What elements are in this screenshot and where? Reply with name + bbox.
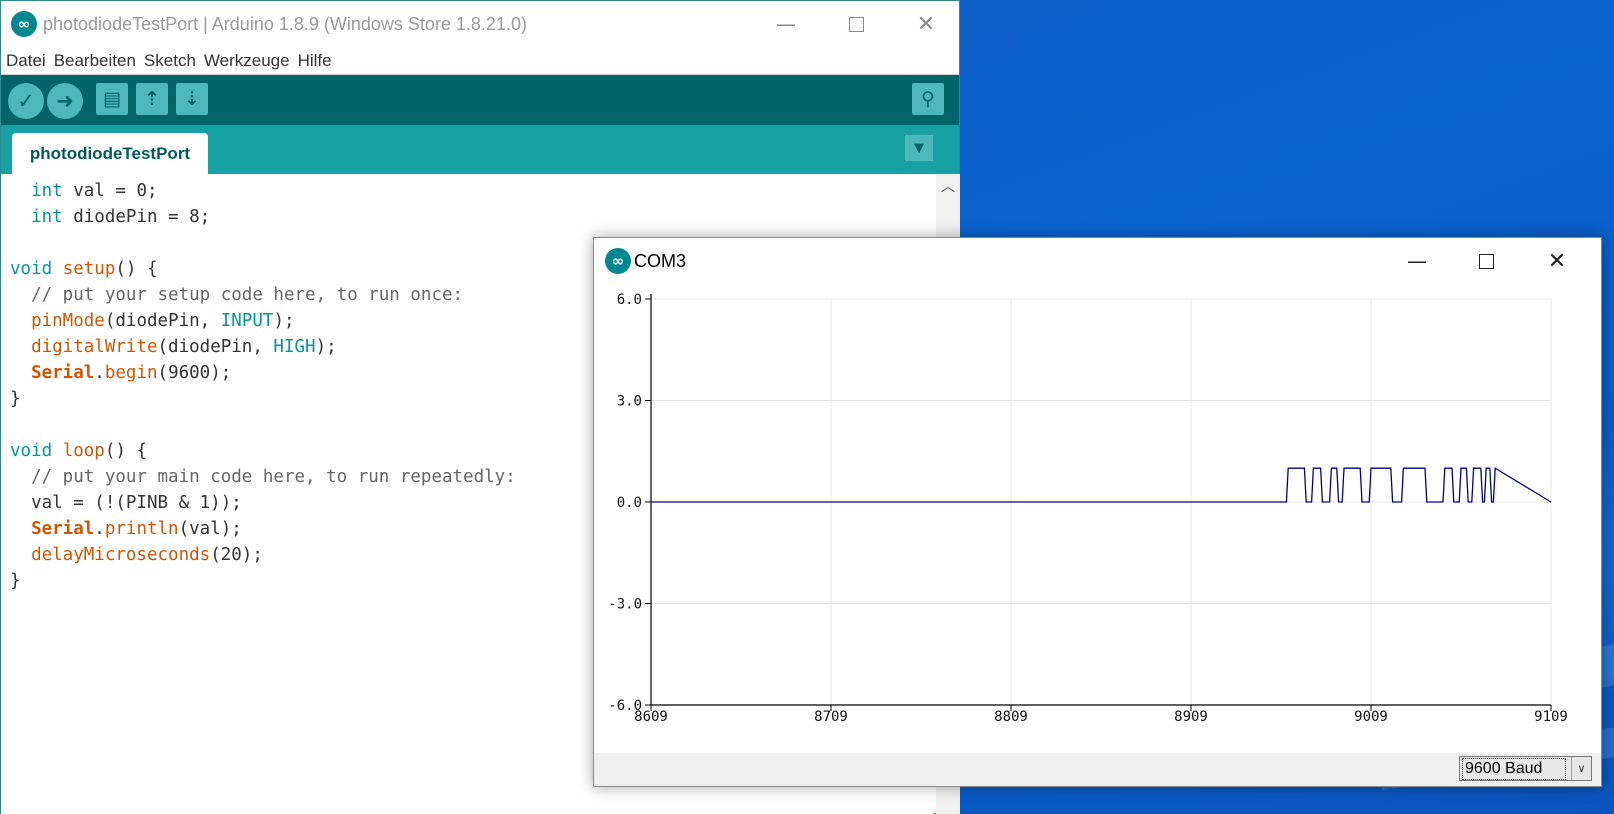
ide-title-bar[interactable]: ∞ photodiodeTestPort | Arduino 1.8.9 (Wi…: [1, 1, 959, 47]
maximize-button[interactable]: [826, 1, 886, 47]
menu-sketch[interactable]: Sketch: [144, 51, 196, 71]
plotter-minimize-button[interactable]: —: [1387, 238, 1447, 284]
triangle-down-icon: ▼: [914, 140, 924, 156]
plotter-maximize-button[interactable]: [1456, 238, 1516, 284]
code-line: // put your setup code here, to run once…: [31, 285, 464, 305]
y-tick-label: -3.0: [608, 597, 642, 613]
x-tick-label: 8809: [994, 709, 1028, 725]
x-tick-label: 8609: [634, 709, 668, 725]
verify-button[interactable]: ✓: [8, 83, 44, 119]
toolbar: ✓ ➜ ▤ ⇡ ⇣ ⚲: [1, 75, 959, 125]
x-tick-label: 8909: [1174, 709, 1208, 725]
code-line: void setup() {: [10, 259, 158, 279]
x-tick-label: 9009: [1354, 709, 1388, 725]
code-area: int val = 0; int diodePin = 8; void setu…: [10, 178, 516, 594]
maximize-icon: [848, 16, 864, 32]
y-tick-label: 3.0: [617, 394, 642, 410]
serial-plot-chart: 6.03.00.0-3.0-6.08609 8709 8809 8909 9009 910…: [608, 292, 1568, 725]
code-line: pinMode(diodePin, INPUT);: [31, 311, 295, 331]
plotter-title: COM3: [634, 251, 687, 271]
upload-icon: ➜: [56, 89, 74, 113]
minimize-button[interactable]: —: [756, 1, 816, 47]
verify-icon: ✓: [17, 89, 35, 113]
open-sketch-button[interactable]: ⇡: [136, 83, 168, 115]
open-sketch-icon: ⇡: [144, 88, 160, 110]
new-sketch-icon: ▤: [103, 88, 121, 110]
plotter-bottom-bar: 9600 Baud ∨: [594, 753, 1601, 786]
new-sketch-button[interactable]: ▤: [96, 83, 128, 115]
save-sketch-icon: ⇣: [184, 88, 200, 110]
serial-monitor-button[interactable]: ⚲: [912, 83, 944, 115]
code-line: Serial.begin(9600);: [31, 363, 232, 383]
menu-werkzeuge[interactable]: Werkzeuge: [204, 51, 290, 71]
maximize-icon: [1478, 253, 1494, 269]
scroll-up-icon[interactable]: ︿: [936, 176, 960, 196]
code-line: val = (!(PINB & 1));: [10, 493, 242, 513]
series-line: [651, 467, 1552, 503]
window-title: photodiodeTestPort | Arduino 1.8.9 (Wind…: [43, 14, 527, 34]
tab-bar: photodiodeTestPort ▼: [1, 125, 959, 174]
plotter-title-bar[interactable]: ∞ COM3 — ✕: [594, 238, 1601, 284]
menu-bearbeiten[interactable]: Bearbeiten: [54, 51, 136, 71]
serial-plotter-window: ∞ COM3 — ✕ 6.0 3.0 0.0 -3.0 -6.0 8609 8709 8809…: [593, 237, 1602, 787]
serial-monitor-icon: ⚲: [921, 88, 935, 110]
code-line: int diodePin = 8;: [31, 207, 211, 227]
close-button[interactable]: ✕: [896, 1, 956, 47]
code-line: }: [10, 571, 21, 591]
x-tick-label: 8709: [814, 709, 848, 725]
menu-datei[interactable]: Datei: [6, 51, 46, 71]
arduino-logo-icon: ∞: [11, 11, 37, 37]
tab-photodiodetestport[interactable]: photodiodeTestPort: [12, 133, 208, 174]
plotter-close-button[interactable]: ✕: [1527, 238, 1587, 284]
chevron-down-icon[interactable]: ∨: [1571, 757, 1591, 780]
upload-button[interactable]: ➜: [47, 83, 83, 119]
code-line: void loop() {: [10, 441, 148, 461]
code-line: // put your main code here, to run repea…: [31, 467, 516, 487]
baud-rate-select[interactable]: 9600 Baud ∨: [1459, 756, 1592, 781]
y-tick-label: 6.0: [617, 292, 642, 308]
y-tick-label: 0.0: [617, 495, 642, 511]
baud-rate-value: 9600 Baud: [1462, 757, 1566, 780]
code-line: digitalWrite(diodePin, HIGH);: [31, 337, 337, 357]
tab-menu-button[interactable]: ▼: [905, 135, 933, 161]
arduino-logo-icon: ∞: [605, 248, 631, 274]
menu-bar: Datei Bearbeiten Sketch Werkzeuge Hilfe: [1, 47, 959, 75]
code-line: delayMicroseconds(20);: [31, 545, 263, 565]
save-sketch-button[interactable]: ⇣: [176, 83, 208, 115]
code-line: int val = 0;: [31, 181, 158, 201]
x-tick-label: 9109: [1534, 709, 1568, 725]
code-line: }: [10, 389, 21, 409]
menu-hilfe[interactable]: Hilfe: [298, 51, 332, 71]
code-line: Serial.println(val);: [31, 519, 242, 539]
